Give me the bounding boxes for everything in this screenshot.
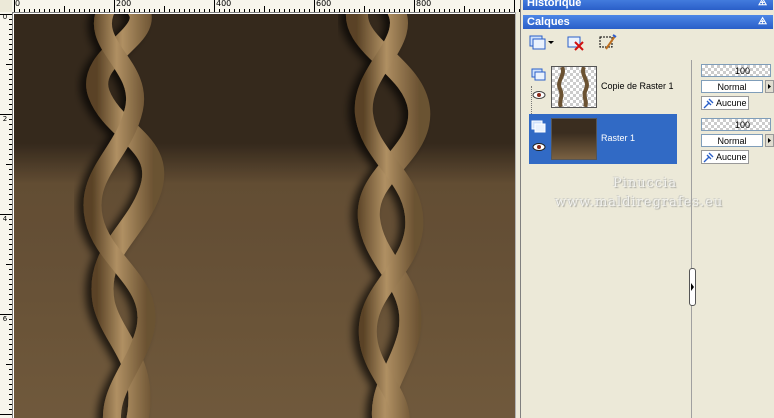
blend-mode-select[interactable]: Normal: [701, 134, 763, 147]
layer-visibility-icon[interactable]: [531, 120, 547, 134]
opacity-field[interactable]: 100: [701, 118, 771, 131]
mask-icon: [703, 152, 714, 163]
edit-selection-button[interactable]: [597, 32, 619, 52]
ruler-top-label: 600: [316, 0, 332, 8]
mask-label: Aucune: [716, 152, 747, 162]
new-layer-dropdown[interactable]: [547, 32, 555, 52]
delete-layer-icon: [567, 36, 584, 51]
layer-thumbnail: [551, 66, 597, 108]
mask-icon: [703, 98, 714, 109]
layer-row-raster-1[interactable]: Raster 1: [529, 114, 677, 164]
ruler-left-label: 0: [2, 13, 8, 21]
history-title-text: Historique: [527, 0, 582, 9]
layer-visibility-icon[interactable]: [531, 68, 547, 82]
ruler-top-ticks: [14, 0, 520, 12]
chevron-right-icon: [768, 138, 771, 143]
layer-name: Copie de Raster 1: [601, 81, 674, 91]
delete-layer-button[interactable]: [565, 32, 587, 52]
chevron-right-icon: [691, 283, 694, 291]
layers-toolbar: [525, 30, 771, 54]
opacity-field[interactable]: 100: [701, 64, 771, 77]
layers-title-text: Calques: [527, 16, 570, 28]
ruler-top: 0 200 400 600 800: [12, 0, 520, 13]
ruler-left-label: 4: [2, 215, 8, 223]
ruler-left-label: 6: [2, 315, 8, 323]
pin-icon[interactable]: ⨹: [758, 0, 767, 10]
watermark-line-1: Pinuccia: [613, 176, 678, 191]
ruler-left-label: 2: [2, 115, 8, 123]
link-mask-button[interactable]: Aucune: [701, 96, 749, 110]
edit-selection-icon: [599, 34, 617, 50]
palette-panel: Historique ⨹ Calques ⨹ Copie de Raster 1…: [520, 0, 774, 418]
ruler-top-label: 800: [416, 0, 432, 8]
ruler-top-label: 400: [216, 0, 232, 8]
blend-mode-dropdown[interactable]: [765, 134, 774, 147]
eye-icon[interactable]: [532, 90, 546, 100]
panel-splitter[interactable]: [691, 60, 696, 418]
ruler-left: 0 2 4 6: [0, 12, 13, 418]
layer-thumbnail: [551, 118, 597, 160]
watermark-line-2: www.maldiregrafes.eu: [555, 195, 724, 210]
blend-mode-dropdown[interactable]: [765, 80, 774, 93]
layer-properties-raster-1: 100 Normal Aucune: [699, 116, 774, 166]
layer-row-copie-raster-1[interactable]: Copie de Raster 1: [529, 62, 677, 112]
chevron-down-icon: [548, 41, 554, 44]
chevron-right-icon: [768, 84, 771, 89]
layer-properties-copie-raster-1: 100 Normal Aucune: [699, 62, 774, 112]
mask-label: Aucune: [716, 98, 747, 108]
layer-name: Raster 1: [601, 133, 636, 143]
history-palette-title[interactable]: Historique ⨹: [523, 0, 773, 10]
blend-mode-select[interactable]: Normal: [701, 80, 763, 93]
link-mask-button[interactable]: Aucune: [701, 150, 749, 164]
ruler-top-label: 0: [15, 0, 21, 8]
pin-icon[interactable]: ⨹: [758, 15, 767, 29]
ruler-top-label: 200: [116, 0, 132, 8]
splitter-grip[interactable]: [689, 268, 696, 306]
image-canvas[interactable]: [14, 14, 515, 418]
eye-icon[interactable]: [532, 142, 546, 152]
layers-palette-title[interactable]: Calques ⨹: [523, 15, 773, 29]
new-layer-icon: [529, 35, 546, 50]
canvas-area[interactable]: 0 200 400 600 800 0 2 4 6: [0, 0, 520, 418]
new-layer-button[interactable]: [527, 32, 549, 52]
